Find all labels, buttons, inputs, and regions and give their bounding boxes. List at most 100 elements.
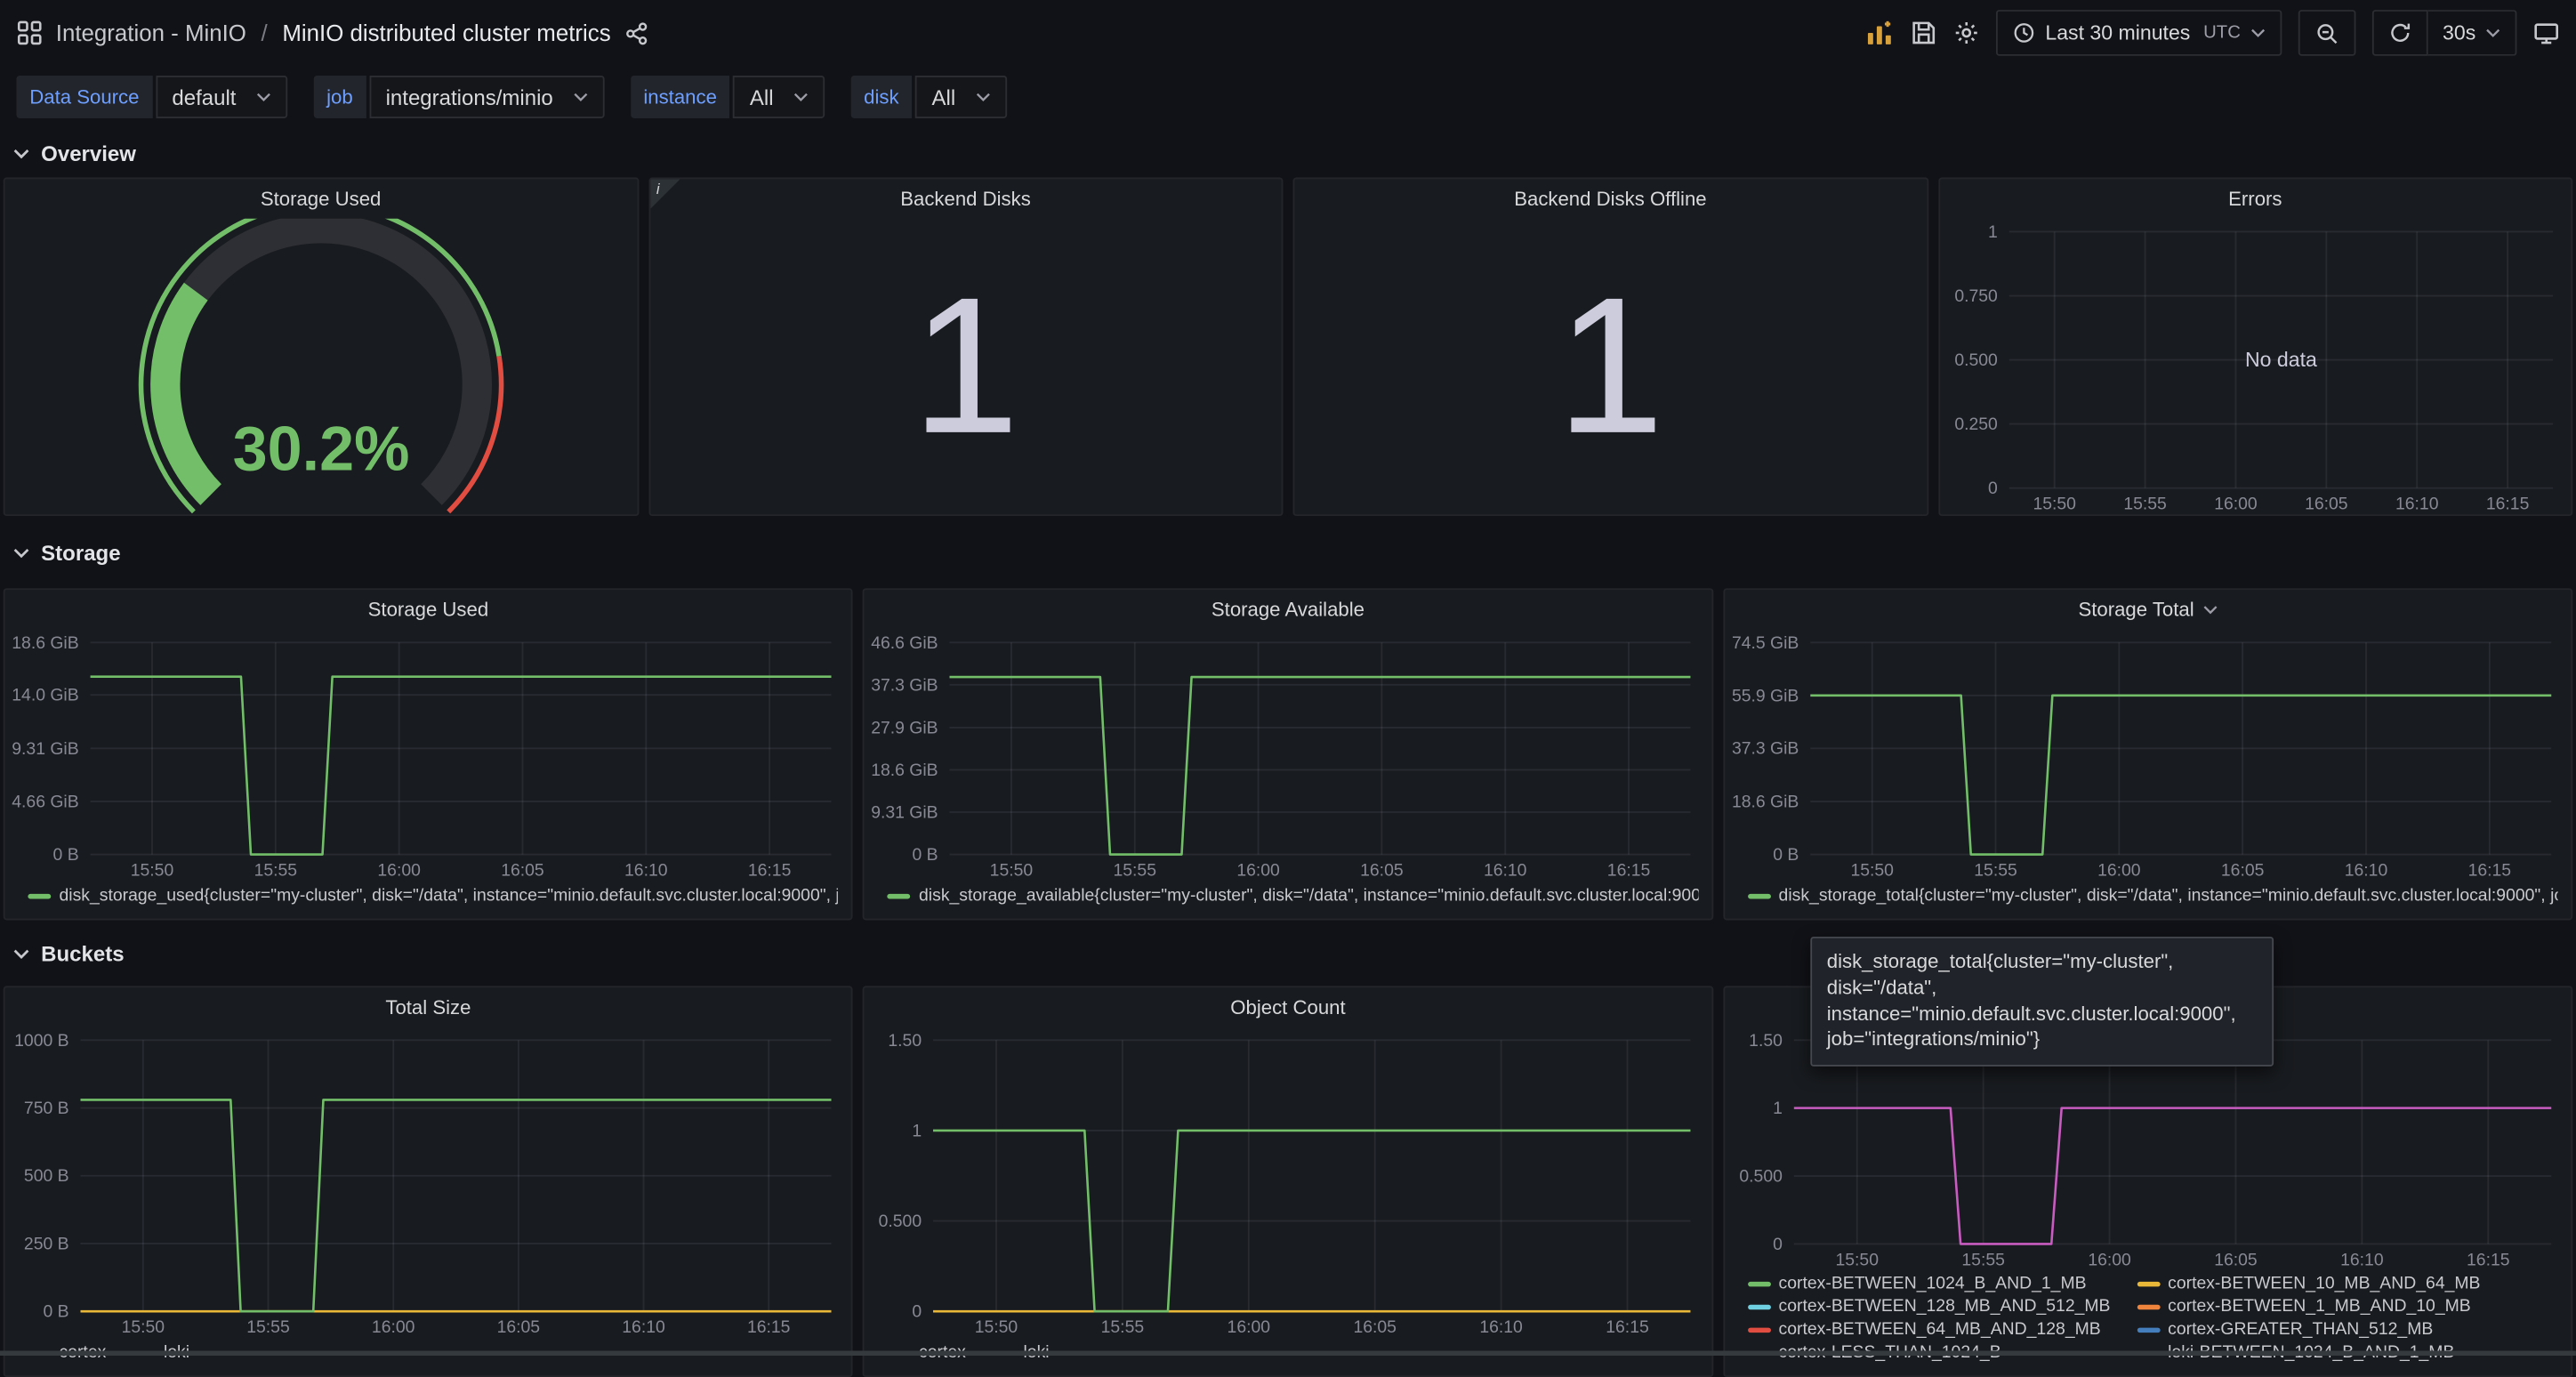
query-tooltip: disk_storage_total{cluster="my-cluster",…: [1810, 937, 2274, 1067]
legend-swatch: [2137, 1304, 2160, 1309]
timezone-label: UTC: [2203, 23, 2241, 43]
variable-value-dropdown[interactable]: All: [733, 76, 824, 118]
svg-text:16:15: 16:15: [1606, 1317, 1649, 1337]
chevron-down-icon: [2250, 28, 2266, 37]
svg-text:15:55: 15:55: [254, 861, 297, 881]
panel-title[interactable]: Backend Disks: [649, 179, 1281, 218]
svg-text:750 B: 750 B: [24, 1099, 69, 1118]
legend-swatch: [2137, 1327, 2160, 1333]
panel-title[interactable]: Storage Available: [865, 590, 1711, 629]
kiosk-monitor-icon[interactable]: [2533, 20, 2560, 46]
legend-item[interactable]: disk_storage_available{cluster="my-clust…: [888, 886, 1698, 906]
svg-text:16:00: 16:00: [2213, 495, 2257, 514]
svg-text:16:10: 16:10: [2395, 495, 2438, 514]
panel-title[interactable]: Storage Used: [5, 179, 637, 218]
svg-text:15:55: 15:55: [246, 1317, 289, 1337]
legend-item[interactable]: cortex-BETWEEN_1_MB_AND_10_MB: [2137, 1297, 2480, 1317]
svg-text:15:55: 15:55: [1101, 1317, 1144, 1337]
settings-gear-icon[interactable]: [1953, 20, 1980, 46]
svg-text:0 B: 0 B: [53, 845, 79, 865]
panel-object-count: Object Count 1.5010.500015:5015:5516:001…: [863, 986, 1712, 1377]
save-icon[interactable]: [1911, 20, 1937, 46]
breadcrumb-folder[interactable]: Integration - MinIO: [56, 20, 246, 46]
legend-item[interactable]: disk_storage_used{cluster="my-cluster", …: [28, 886, 838, 906]
svg-text:16:05: 16:05: [501, 861, 543, 881]
svg-text:9.31 GiB: 9.31 GiB: [12, 739, 78, 759]
row-header-overview[interactable]: Overview: [0, 128, 2576, 177]
svg-text:1000 B: 1000 B: [14, 1031, 68, 1051]
variable-label: Data Source: [16, 76, 152, 118]
variable-value-dropdown[interactable]: default: [156, 76, 287, 118]
svg-text:46.6 GiB: 46.6 GiB: [872, 633, 938, 653]
variable-value-dropdown[interactable]: All: [915, 76, 1006, 118]
legend-item[interactable]: cortex-BETWEEN_10_MB_AND_64_MB: [2137, 1274, 2480, 1293]
time-range-picker[interactable]: Last 30 minutes UTC: [1996, 10, 2282, 56]
variable-label: disk: [850, 76, 912, 118]
panel-legend: cortexloki: [5, 1338, 852, 1375]
gauge-chart[interactable]: 30.2%: [5, 219, 637, 515]
svg-text:16:15: 16:15: [2485, 495, 2528, 514]
svg-text:16:10: 16:10: [2339, 1250, 2383, 1269]
svg-text:15:55: 15:55: [1961, 1250, 2004, 1269]
dashboards-grid-icon[interactable]: [16, 20, 43, 46]
svg-text:14.0 GiB: 14.0 GiB: [12, 686, 78, 705]
legend-swatch: [1747, 1304, 1770, 1309]
refresh-button[interactable]: [2372, 10, 2428, 56]
add-panel-icon[interactable]: [1864, 18, 1894, 47]
svg-text:16:10: 16:10: [624, 861, 668, 881]
legend-item[interactable]: cortex-BETWEEN_128_MB_AND_512_MB: [1747, 1297, 2110, 1317]
svg-text:1.50: 1.50: [889, 1031, 922, 1051]
zoom-out-button[interactable]: [2298, 10, 2356, 56]
time-series-chart[interactable]: 46.6 GiB37.3 GiB27.9 GiB18.6 GiB9.31 GiB…: [868, 632, 1705, 881]
svg-text:37.3 GiB: 37.3 GiB: [1731, 739, 1798, 759]
time-series-chart[interactable]: 74.5 GiB55.9 GiB37.3 GiB18.6 GiB0 B15:50…: [1727, 632, 2564, 881]
refresh-interval-dropdown[interactable]: 30s: [2427, 10, 2516, 56]
legend-item[interactable]: disk_storage_total{cluster="my-cluster",…: [1747, 886, 2557, 906]
svg-text:16:00: 16:00: [377, 861, 421, 881]
panel-title[interactable]: Storage Used: [5, 590, 852, 629]
svg-text:74.5 GiB: 74.5 GiB: [1731, 633, 1798, 653]
share-icon[interactable]: [624, 20, 648, 45]
panel-title[interactable]: Backend Disks Offline: [1294, 179, 1926, 218]
panel-title[interactable]: Total Size: [5, 987, 852, 1027]
legend-swatch: [2137, 1281, 2160, 1286]
time-series-chart[interactable]: 10.7500.5000.250015:5015:5516:0016:0516:…: [1943, 221, 2564, 514]
time-series-chart[interactable]: 1.5010.500015:5015:5516:0016:0516:1016:1…: [868, 1030, 1705, 1337]
chevron-down-icon: [13, 147, 29, 158]
refresh-group: 30s: [2372, 10, 2517, 56]
svg-text:1.50: 1.50: [1749, 1031, 1783, 1051]
svg-text:15:50: 15:50: [122, 1317, 165, 1337]
time-series-chart[interactable]: 1000 B750 B500 B250 B0 B15:5015:5516:001…: [8, 1030, 845, 1337]
panel-info-icon[interactable]: i: [649, 179, 679, 208]
grafana-dashboard: Integration - MinIO / MinIO distributed …: [0, 0, 2576, 1356]
legend-item[interactable]: cortex-GREATER_THAN_512_MB: [2137, 1319, 2480, 1339]
variable-disk: diskAll: [850, 76, 1006, 118]
panel-total-size: Total Size 1000 B750 B500 B250 B0 B15:50…: [4, 986, 853, 1377]
panel-title[interactable]: Object Count: [865, 987, 1711, 1027]
legend-swatch: [1747, 1281, 1770, 1286]
panel-storage-total-graph: Storage Total 74.5 GiB55.9 GiB37.3 GiB18…: [1723, 588, 2572, 920]
stat-value: 1: [1557, 270, 1664, 463]
legend-item[interactable]: cortex-BETWEEN_64_MB_AND_128_MB: [1747, 1319, 2110, 1339]
svg-text:16:05: 16:05: [1354, 1317, 1397, 1337]
variable-value-dropdown[interactable]: integrations/minio: [369, 76, 604, 118]
time-series-chart[interactable]: 18.6 GiB14.0 GiB9.31 GiB4.66 GiB0 B15:50…: [8, 632, 845, 881]
svg-text:1: 1: [1772, 1099, 1782, 1118]
svg-text:15:50: 15:50: [1835, 1250, 1879, 1269]
panel-title[interactable]: Storage Total: [1725, 590, 2572, 629]
navbar: Integration - MinIO / MinIO distributed …: [0, 0, 2576, 66]
svg-text:0 B: 0 B: [43, 1302, 68, 1322]
panel-storage-used-gauge: Storage Used 30.2%: [4, 178, 639, 517]
row-header-storage[interactable]: Storage: [0, 516, 2576, 588]
svg-text:16:15: 16:15: [2467, 861, 2510, 881]
legend-item[interactable]: cortex-BETWEEN_1024_B_AND_1_MB: [1747, 1274, 2110, 1293]
panel-title[interactable]: Errors: [1939, 179, 2571, 218]
panel-menu-chevron-icon[interactable]: [2202, 605, 2218, 615]
svg-text:15:50: 15:50: [2033, 495, 2076, 514]
variable-label: instance: [631, 76, 730, 118]
svg-text:15:50: 15:50: [990, 861, 1034, 881]
svg-text:16:00: 16:00: [1237, 861, 1281, 881]
svg-text:0 B: 0 B: [913, 845, 938, 865]
svg-text:16:10: 16:10: [2344, 861, 2387, 881]
svg-text:16:00: 16:00: [2088, 1250, 2131, 1269]
